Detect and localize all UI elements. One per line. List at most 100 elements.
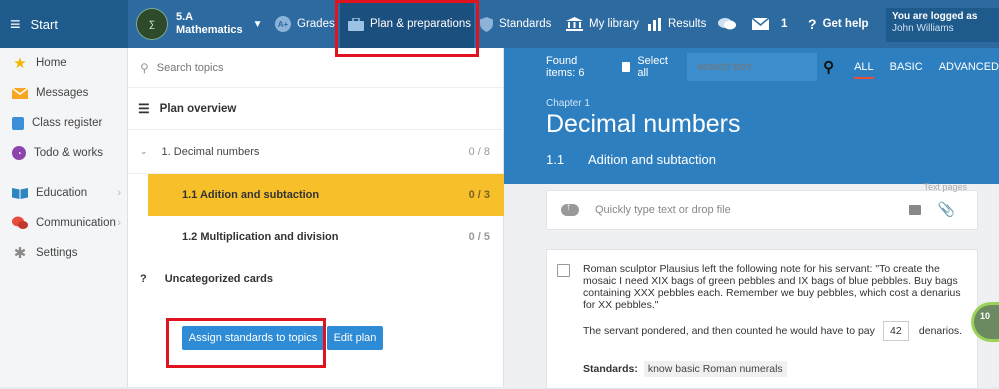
sidebar-item-education[interactable]: Education ›: [0, 178, 127, 208]
answer-input[interactable]: 42: [882, 321, 909, 341]
sidebar-item-label: Education: [36, 187, 88, 199]
question-icon: ?: [808, 16, 817, 32]
start-menu-button[interactable]: ≡ Start: [0, 0, 128, 48]
start-label: Start: [30, 16, 58, 32]
chevron-down-icon: ⌄: [140, 146, 148, 156]
nav-get-help[interactable]: ? Get help: [808, 0, 869, 48]
nav-grades-label: Grades: [297, 18, 335, 30]
chat-icon: [718, 17, 736, 31]
sidebar-item-settings[interactable]: ✱ Settings: [0, 238, 127, 268]
standards-line: Standards: know basic Roman numerals: [583, 361, 787, 377]
topic-label: 1. Decimal numbers: [161, 145, 260, 158]
library-icon: [566, 17, 583, 31]
answer-line: The servant pondered, and then counted h…: [583, 321, 962, 341]
plan-panel: ⚲ ☰ Plan overview ⌄ 1. Decimal numbers 0…: [128, 48, 504, 387]
standard-tag[interactable]: know basic Roman numerals: [643, 361, 787, 377]
nav-plan-label: Plan & preparations: [370, 18, 472, 30]
chapter-label: Chapter 1: [546, 98, 590, 109]
upload-text: Quickly type text or drop file: [595, 204, 731, 216]
subtopic-row[interactable]: 1.2 Multiplication and division 0 / 5: [148, 216, 504, 258]
quick-upload-box[interactable]: Quickly type text or drop file Text page…: [546, 182, 978, 230]
section-number: 1.1: [546, 152, 565, 167]
search-icon: ⚲: [140, 60, 149, 75]
sidebar-item-label: Communication: [36, 217, 116, 229]
class-subject: Mathematics: [176, 24, 243, 36]
filter-basic[interactable]: BASIC: [890, 61, 923, 73]
select-all-checkbox[interactable]: [622, 62, 631, 72]
nav-standards[interactable]: Standards: [480, 0, 551, 48]
nav-results[interactable]: Results: [648, 0, 706, 48]
image-icon[interactable]: [909, 205, 921, 215]
register-icon: [12, 116, 24, 130]
sidebar-item-label: Class register: [32, 117, 103, 129]
sidebar: ★ Home Messages Class register ◔ Todo & …: [0, 48, 128, 387]
assign-standards-button[interactable]: Assign standards to topics: [182, 326, 324, 350]
star-icon: ★: [13, 55, 27, 72]
sidebar-item-messages[interactable]: Messages: [0, 78, 127, 108]
shield-icon: [480, 16, 493, 32]
gear-icon: ✱: [13, 245, 27, 262]
question-card: Roman sculptor Plausius left the followi…: [546, 249, 978, 389]
uncategorized-cards[interactable]: ? Uncategorized cards: [128, 258, 504, 300]
sidebar-item-label: Home: [36, 57, 67, 69]
sidebar-item-label: Messages: [36, 87, 89, 99]
search-icon[interactable]: ⚲: [823, 58, 834, 76]
logged-in-label: You are logged as: [892, 11, 978, 22]
nav-help-label: Get help: [822, 18, 869, 30]
filter-all[interactable]: ALL: [854, 61, 874, 79]
top-bar: ≡ Start ∑ 5.A Mathematics ▼ A+ Grades Pl…: [0, 0, 999, 48]
nav-library-label: My library: [589, 18, 639, 30]
topic-row[interactable]: ⌄ 1. Decimal numbers 0 / 8: [128, 130, 504, 174]
topic-search: ⚲: [128, 48, 503, 88]
clock-icon: ◔: [12, 146, 26, 160]
subtopic-count: 0 / 3: [468, 189, 490, 201]
chevron-right-icon: ›: [117, 187, 121, 199]
text-pages-label: Text pages: [923, 182, 967, 192]
paperclip-icon[interactable]: 📎: [938, 201, 955, 218]
sidebar-item-label: Todo & works: [34, 147, 104, 159]
found-items: Found items: 6: [546, 55, 585, 79]
topic-count: 0 / 8: [468, 145, 490, 158]
hamburger-icon: ≡: [10, 14, 21, 34]
envelope-icon: [752, 18, 769, 30]
grades-icon: A+: [275, 16, 291, 32]
standards-label: Standards:: [583, 363, 638, 375]
search-topics-input[interactable]: [156, 61, 457, 74]
nav-grades[interactable]: A+ Grades: [275, 0, 335, 48]
nav-chat[interactable]: [718, 0, 742, 48]
filter-advanced[interactable]: ADVANCED: [939, 61, 999, 73]
class-avatar: ∑: [136, 8, 168, 40]
sidebar-item-class-register[interactable]: Class register: [0, 108, 127, 138]
question-text: Roman sculptor Plausius left the followi…: [583, 263, 961, 311]
plan-title: Plan overview: [159, 102, 237, 115]
nav-plan-preparations[interactable]: Plan & preparations: [340, 0, 474, 48]
subtopic-count: 0 / 5: [468, 231, 490, 243]
answer-prefix: The servant pondered, and then counted h…: [583, 325, 875, 337]
chapter-header: Found items: 6 Select all ⚲ ALL BASIC AD…: [504, 48, 999, 184]
sidebar-item-home[interactable]: ★ Home: [0, 48, 127, 78]
subtopic-label: 1.2 Multiplication and division: [182, 231, 339, 243]
select-all-label[interactable]: Select all: [637, 55, 673, 79]
class-name: 5.A: [176, 11, 194, 23]
card-checkbox[interactable]: [557, 264, 570, 277]
nav-messages[interactable]: 1: [752, 0, 787, 48]
subtopic-row-selected[interactable]: 1.1 Adition and subtaction 0 / 3: [148, 174, 504, 216]
upload-cloud-icon: [561, 202, 579, 216]
sidebar-item-todo[interactable]: ◔ Todo & works: [0, 138, 127, 168]
message-count: 1: [781, 18, 788, 30]
nav-standards-label: Standards: [499, 18, 552, 30]
content-panel: Found items: 6 Select all ⚲ ALL BASIC AD…: [504, 48, 999, 389]
plan-overview-header[interactable]: ☰ Plan overview: [128, 88, 504, 130]
nav-results-label: Results: [668, 18, 707, 30]
user-name: John Williams: [892, 23, 954, 34]
user-account[interactable]: You are logged as John Williams: [886, 8, 999, 42]
section-title: Adition and subtaction: [588, 152, 716, 167]
nav-my-library[interactable]: My library: [566, 0, 639, 48]
chapter-title: Decimal numbers: [546, 110, 741, 138]
sidebar-item-communication[interactable]: Communication ›: [0, 208, 127, 238]
search-text-input[interactable]: [687, 53, 818, 81]
list-icon: ☰: [138, 100, 150, 116]
edit-plan-button[interactable]: Edit plan: [327, 326, 383, 350]
uncategorized-label: Uncategorized cards: [164, 273, 273, 285]
class-selector[interactable]: ∑ 5.A Mathematics ▼: [136, 4, 263, 44]
